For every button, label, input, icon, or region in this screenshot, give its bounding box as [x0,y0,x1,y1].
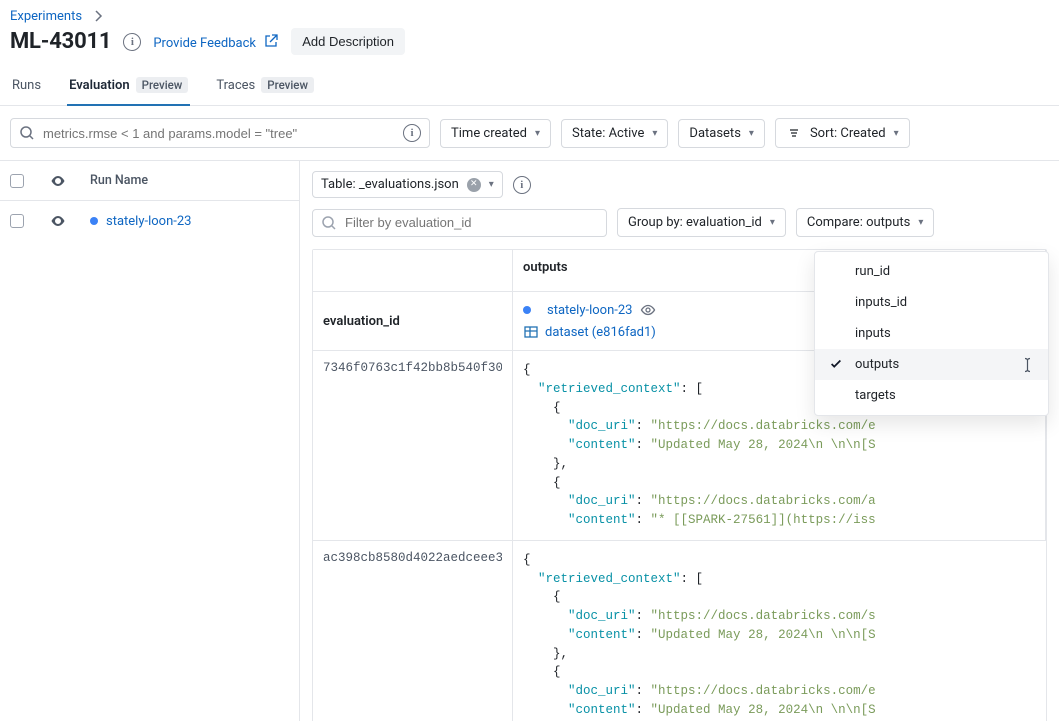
provide-feedback-link[interactable]: Provide Feedback [153,33,279,51]
menu-item-outputs[interactable]: outputs [815,349,1048,380]
table-icon [523,324,539,340]
breadcrumb-root[interactable]: Experiments [10,9,82,24]
table-selector-row: Table: _evaluations.json ✕ ▾ i [312,171,1047,198]
run-link[interactable]: stately-loon-23 [90,214,289,229]
table-label: Table: _evaluations.json [321,177,459,192]
search-icon [321,215,337,231]
output-json-cell: { "retrieved_context": [ { "doc_uri": "h… [513,541,1046,721]
menu-item-inputs[interactable]: inputs [815,318,1048,349]
eval-controls-row: Group by: evaluation_id ▾ Compare: outpu… [312,208,1047,237]
output-json: { "retrieved_context": [ { "doc_uri": "h… [523,551,1036,720]
time-created-label: Time created [451,126,527,141]
page-title: ML-43011 [10,29,111,54]
add-description-button[interactable]: Add Description [291,28,405,55]
eval-id-text: ac398cb8580d4022aedceee3 [323,551,502,565]
external-link-icon [263,36,279,51]
tab-traces[interactable]: Traces Preview [214,67,316,105]
runs-header-row: Run Name [0,161,299,201]
sort-label: Sort: Created [810,126,886,141]
chevron-down-icon: ▾ [894,128,899,139]
left-pane: Run Name stately-loon-23 [0,161,300,721]
chevron-right-icon [90,8,106,24]
compare-dropdown[interactable]: Compare: outputs ▾ [796,208,935,237]
search-input[interactable] [43,126,395,141]
menu-item-outputs-label: outputs [855,357,899,372]
search-icon [19,125,35,141]
status-dot-icon [523,306,531,314]
filter-evaluation-box[interactable] [312,209,607,237]
chevron-down-icon: ▾ [749,128,754,139]
filter-evaluation-input[interactable] [345,215,598,230]
menu-item-run-id[interactable]: run_id [815,256,1048,287]
group-by-dropdown[interactable]: Group by: evaluation_id ▾ [617,208,786,237]
state-label: State: Active [572,126,644,141]
group-by-label: Group by: evaluation_id [628,215,762,230]
eye-icon[interactable] [50,173,66,189]
split-panes: Run Name stately-loon-23 Table: _evaluat… [0,160,1059,721]
right-pane: Table: _evaluations.json ✕ ▾ i Group by:… [300,161,1059,721]
evaluation-id-header: evaluation_id [313,292,513,351]
sort-icon [786,125,802,141]
menu-item-targets[interactable]: targets [815,380,1048,411]
status-dot-icon [90,217,98,225]
eye-icon[interactable] [640,302,656,318]
eval-id-cell: 7346f0763c1f42bb8b540f30a [313,351,513,541]
tab-traces-label: Traces [216,78,255,93]
tab-runs[interactable]: Runs [10,67,43,105]
sort-dropdown[interactable]: Sort: Created ▾ [775,118,910,148]
datasets-dropdown[interactable]: Datasets ▾ [678,119,765,148]
breadcrumb: Experiments [0,0,1059,28]
compare-label: Compare: outputs [807,215,910,230]
run-link-label: stately-loon-23 [106,214,191,229]
eye-icon[interactable] [50,213,66,229]
compare-menu: run_id inputs_id inputs outputs targets [814,251,1049,416]
preview-badge: Preview [136,77,189,93]
info-icon[interactable]: i [123,33,141,51]
table-select[interactable]: Table: _evaluations.json ✕ ▾ [312,171,503,198]
chevron-down-icon: ▾ [535,128,540,139]
check-icon [829,357,843,371]
eval-id-text: 7346f0763c1f42bb8b540f30a [323,361,502,375]
preview-badge: Preview [261,77,314,93]
select-all-checkbox[interactable] [10,174,24,188]
time-created-dropdown[interactable]: Time created ▾ [440,119,551,148]
run-checkbox[interactable] [10,214,24,228]
clear-icon[interactable]: ✕ [467,178,481,192]
state-dropdown[interactable]: State: Active ▾ [561,119,668,148]
dataset-link[interactable]: dataset (e816fad1) [545,325,656,340]
chevron-down-icon: ▾ [652,128,657,139]
chevron-down-icon: ▾ [489,179,494,190]
eval-id-cell: ac398cb8580d4022aedceee3 [313,541,513,721]
tab-evaluation[interactable]: Evaluation Preview [67,67,190,105]
run-name-header: Run Name [90,173,289,188]
run-chip-link[interactable]: stately-loon-23 [547,303,632,318]
menu-item-inputs-id[interactable]: inputs_id [815,287,1048,318]
run-row[interactable]: stately-loon-23 [0,201,299,241]
tabs: Runs Evaluation Preview Traces Preview [0,67,1059,106]
tab-evaluation-label: Evaluation [69,78,130,93]
info-icon[interactable]: i [513,176,531,194]
provide-feedback-label: Provide Feedback [153,36,256,51]
filter-bar: i Time created ▾ State: Active ▾ Dataset… [0,106,1059,160]
chevron-down-icon: ▾ [770,217,775,228]
search-box[interactable]: i [10,118,430,148]
datasets-label: Datasets [689,126,741,141]
cursor-icon [1020,356,1036,374]
title-bar: ML-43011 i Provide Feedback Add Descript… [0,28,1059,67]
info-icon[interactable]: i [403,124,421,142]
column-blank-header [313,250,513,292]
chevron-down-icon: ▾ [918,217,923,228]
